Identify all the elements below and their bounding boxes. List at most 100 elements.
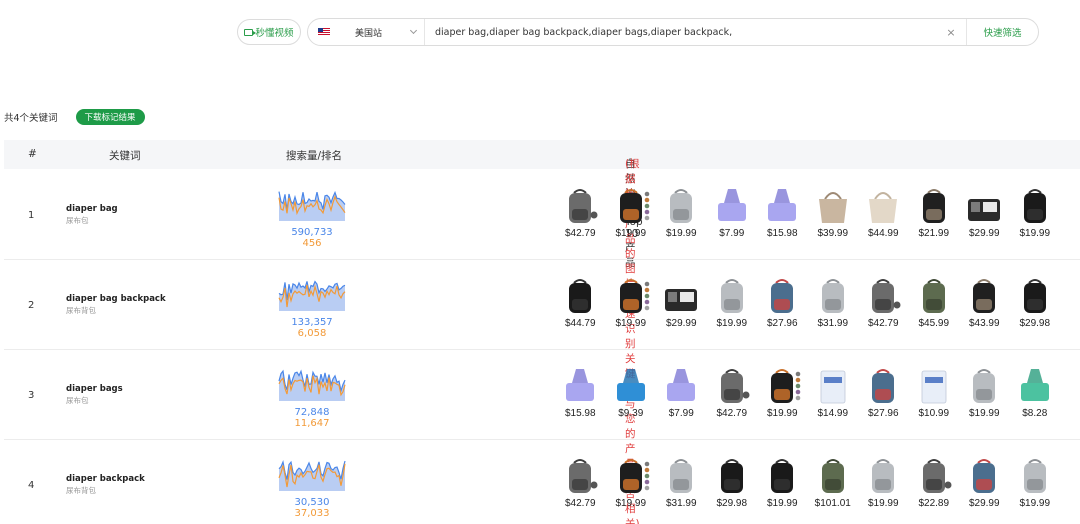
- product-item[interactable]: $27.96: [757, 275, 808, 329]
- product-thumbnail[interactable]: [861, 455, 905, 497]
- product-thumbnail[interactable]: [558, 275, 602, 317]
- product-price: $19.99: [968, 408, 1000, 419]
- product-item[interactable]: $29.99: [656, 275, 707, 329]
- product-item[interactable]: $42.79: [707, 365, 758, 419]
- product-item[interactable]: $19.99: [656, 185, 707, 239]
- product-thumbnail[interactable]: [558, 455, 602, 497]
- product-item[interactable]: $44.79: [555, 275, 606, 329]
- product-thumbnail[interactable]: [609, 455, 653, 497]
- product-thumbnail[interactable]: [1013, 185, 1057, 227]
- product-item[interactable]: $19.99: [606, 185, 657, 239]
- product-item[interactable]: $42.79: [858, 275, 909, 329]
- search-trend-sparkline[interactable]: [277, 363, 347, 403]
- product-item[interactable]: $44.99: [858, 185, 909, 239]
- product-item[interactable]: $101.01: [808, 455, 859, 509]
- site-select[interactable]: 美国站: [308, 19, 425, 45]
- product-item[interactable]: $19.99: [858, 455, 909, 509]
- product-thumbnail[interactable]: [962, 455, 1006, 497]
- product-item[interactable]: $14.99: [808, 365, 859, 419]
- row-keyword[interactable]: diaper bag: [66, 204, 118, 214]
- product-thumbnail[interactable]: [760, 365, 804, 407]
- product-thumbnail[interactable]: [912, 275, 956, 317]
- product-thumbnail[interactable]: [1013, 365, 1057, 407]
- search-trend-sparkline[interactable]: [277, 453, 347, 493]
- product-item[interactable]: $39.99: [808, 185, 859, 239]
- product-thumbnail[interactable]: [811, 365, 855, 407]
- caddy-compartment: [668, 292, 678, 302]
- product-thumbnail[interactable]: [609, 185, 653, 227]
- product-thumbnail[interactable]: [760, 275, 804, 317]
- product-item[interactable]: $31.99: [656, 455, 707, 509]
- product-thumbnail[interactable]: [558, 365, 602, 407]
- product-price: $29.99: [968, 498, 1000, 509]
- search-trend-sparkline[interactable]: [277, 183, 347, 223]
- product-thumbnail[interactable]: [760, 455, 804, 497]
- product-thumbnail[interactable]: [659, 455, 703, 497]
- video-tutorial-button[interactable]: 秒懂视频: [237, 19, 301, 45]
- product-item[interactable]: $19.99: [707, 275, 758, 329]
- product-item[interactable]: $29.99: [959, 185, 1010, 239]
- product-item[interactable]: $15.98: [555, 365, 606, 419]
- product-thumbnail[interactable]: [760, 185, 804, 227]
- product-item[interactable]: $29.99: [959, 455, 1010, 509]
- product-thumbnail[interactable]: [558, 185, 602, 227]
- product-thumbnail[interactable]: [710, 275, 754, 317]
- product-thumbnail[interactable]: [861, 185, 905, 227]
- product-thumbnail[interactable]: [912, 455, 956, 497]
- product-thumbnail[interactable]: [1013, 455, 1057, 497]
- product-item[interactable]: $19.99: [1010, 455, 1061, 509]
- product-thumbnail[interactable]: [962, 185, 1006, 227]
- product-item[interactable]: $31.99: [808, 275, 859, 329]
- product-thumbnail[interactable]: [861, 365, 905, 407]
- product-item[interactable]: $19.99: [959, 365, 1010, 419]
- quick-filter-button[interactable]: 快速筛选: [966, 19, 1038, 45]
- product-thumbnail[interactable]: [811, 275, 855, 317]
- product-thumbnail[interactable]: [659, 275, 703, 317]
- product-item[interactable]: $42.79: [555, 185, 606, 239]
- product-thumbnail[interactable]: [962, 365, 1006, 407]
- product-thumbnail[interactable]: [710, 185, 754, 227]
- product-item[interactable]: $42.79: [555, 455, 606, 509]
- product-thumbnail[interactable]: [609, 365, 653, 407]
- product-thumbnail[interactable]: [912, 365, 956, 407]
- product-thumbnail[interactable]: [811, 185, 855, 227]
- keyword-search-input[interactable]: [425, 19, 944, 45]
- product-item[interactable]: $19.99: [606, 275, 657, 329]
- roll-box: [717, 203, 746, 221]
- product-item[interactable]: $15.98: [757, 185, 808, 239]
- row-keyword[interactable]: diaper backpack: [66, 474, 145, 484]
- product-item[interactable]: $19.99: [1010, 185, 1061, 239]
- product-thumbnail[interactable]: [912, 185, 956, 227]
- product-thumbnail[interactable]: [710, 365, 754, 407]
- product-item[interactable]: $22.89: [909, 455, 960, 509]
- row-number: 1: [28, 210, 35, 221]
- product-thumbnail[interactable]: [861, 275, 905, 317]
- product-item[interactable]: $19.99: [757, 455, 808, 509]
- product-thumbnail[interactable]: [710, 455, 754, 497]
- product-item[interactable]: $21.99: [909, 185, 960, 239]
- product-item[interactable]: $29.98: [1010, 275, 1061, 329]
- search-trend-sparkline[interactable]: [277, 273, 347, 313]
- product-item[interactable]: $9.39: [606, 365, 657, 419]
- product-item[interactable]: $45.99: [909, 275, 960, 329]
- row-keyword[interactable]: diaper bag backpack: [66, 294, 166, 304]
- product-thumbnail[interactable]: [811, 455, 855, 497]
- product-item[interactable]: $29.98: [707, 455, 758, 509]
- product-item[interactable]: $7.99: [656, 365, 707, 419]
- product-item[interactable]: $7.99: [707, 185, 758, 239]
- product-item[interactable]: $10.99: [909, 365, 960, 419]
- product-item[interactable]: $19.99: [606, 455, 657, 509]
- product-thumbnail[interactable]: [659, 365, 703, 407]
- product-thumbnail[interactable]: [659, 185, 703, 227]
- download-results-button[interactable]: 下载标记结果: [75, 109, 145, 125]
- product-thumbnail[interactable]: [962, 275, 1006, 317]
- clear-icon[interactable]: ×: [944, 26, 958, 39]
- row-keyword[interactable]: diaper bags: [66, 384, 123, 394]
- product-thumbnail[interactable]: [1013, 275, 1057, 317]
- product-item[interactable]: $27.96: [858, 365, 909, 419]
- product-thumbnail[interactable]: [609, 275, 653, 317]
- product-item[interactable]: $8.28: [1010, 365, 1061, 419]
- product-item[interactable]: $19.99: [757, 365, 808, 419]
- product-price: $29.99: [968, 228, 1000, 239]
- product-item[interactable]: $43.99: [959, 275, 1010, 329]
